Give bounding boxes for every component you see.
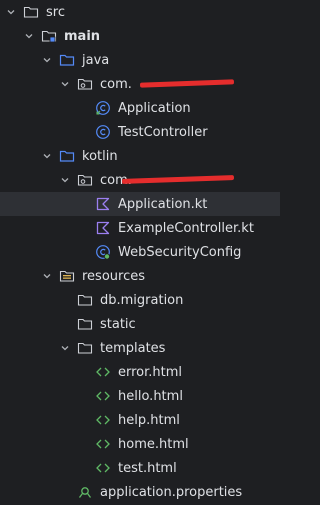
tree-item-label: TestController <box>118 124 208 140</box>
resources-folder-icon <box>59 268 75 284</box>
tree-item-label: Application <box>118 100 191 116</box>
properties-file-icon <box>77 484 93 500</box>
html-file-icon <box>95 436 111 452</box>
tree-item-label: WebSecurityConfig <box>118 244 242 260</box>
tree-item-label: kotlin <box>82 148 118 164</box>
chevron-down-icon[interactable] <box>23 30 35 42</box>
tree-item-templates[interactable]: templates <box>0 336 280 360</box>
tree-item-error-html[interactable]: error.html <box>0 360 280 384</box>
tree-item-label: test.html <box>118 460 177 476</box>
html-file-icon <box>95 388 111 404</box>
tree-item-label: error.html <box>118 364 183 380</box>
class-icon <box>95 124 111 140</box>
tree-item-application-properties[interactable]: application.properties <box>0 480 280 504</box>
tree-item-label: static <box>100 316 136 332</box>
config-class-icon <box>95 244 111 260</box>
module-folder-icon <box>41 28 57 44</box>
redaction-mark <box>121 175 235 184</box>
package-icon <box>77 76 93 92</box>
tree-item-resources[interactable]: resources <box>0 264 280 288</box>
tree-item-label: Application.kt <box>118 196 208 212</box>
tree-item-examplecontroller-kt[interactable]: ExampleController.kt <box>0 216 280 240</box>
tree-item-kotlin[interactable]: kotlin <box>0 144 280 168</box>
tree-item-java[interactable]: java <box>0 48 280 72</box>
tree-item-hello-html[interactable]: hello.html <box>0 384 280 408</box>
tree-item-label: com. <box>100 76 132 92</box>
tree-item-label: src <box>46 4 65 20</box>
tree-item-application[interactable]: Application <box>0 96 280 120</box>
tree-item-src[interactable]: src <box>0 0 280 24</box>
html-file-icon <box>95 460 111 476</box>
tree-item-label: resources <box>82 268 146 284</box>
folder-icon <box>77 340 93 356</box>
tree-item-websecurityconfig[interactable]: WebSecurityConfig <box>0 240 280 264</box>
kotlin-file-icon <box>95 196 111 212</box>
tree-item-help-html[interactable]: help.html <box>0 408 280 432</box>
tree-item-testcontroller[interactable]: TestController <box>0 120 280 144</box>
chevron-down-icon[interactable] <box>5 6 17 18</box>
tree-item-label: java <box>82 52 110 68</box>
kotlin-file-icon <box>95 220 111 236</box>
tree-item-label: application.properties <box>100 484 243 500</box>
tree-item-static[interactable]: static <box>0 312 280 336</box>
folder-icon <box>77 316 93 332</box>
tree-item-test-html[interactable]: test.html <box>0 456 280 480</box>
tree-item-main[interactable]: main <box>0 24 280 48</box>
html-file-icon <box>95 412 111 428</box>
chevron-down-icon[interactable] <box>59 78 71 90</box>
tree-item-label: db.migration <box>100 292 184 308</box>
tree-item-label: ExampleController.kt <box>118 220 254 236</box>
chevron-down-icon[interactable] <box>41 150 53 162</box>
tree-item-label: hello.html <box>118 388 183 404</box>
tree-item-label: templates <box>100 340 166 356</box>
class-icon <box>95 100 111 116</box>
chevron-down-icon[interactable] <box>41 270 53 282</box>
package-icon <box>77 172 93 188</box>
folder-icon <box>77 292 93 308</box>
tree-item-package[interactable]: com. <box>0 168 280 192</box>
folder-icon <box>23 4 39 20</box>
tree-item-application-kt[interactable]: Application.kt <box>0 192 280 216</box>
source-folder-icon <box>59 148 75 164</box>
tree-item-label: home.html <box>118 436 189 452</box>
chevron-down-icon[interactable] <box>41 54 53 66</box>
redaction-mark <box>139 79 235 88</box>
tree-item-home-html[interactable]: home.html <box>0 432 280 456</box>
tree-item-db-migration[interactable]: db.migration <box>0 288 280 312</box>
source-folder-icon <box>59 52 75 68</box>
html-file-icon <box>95 364 111 380</box>
chevron-down-icon[interactable] <box>59 174 71 186</box>
tree-item-label: help.html <box>118 412 180 428</box>
tree-item-label: main <box>64 28 101 44</box>
chevron-down-icon[interactable] <box>59 342 71 354</box>
project-tree: src main java com. Application TestContr… <box>0 0 280 504</box>
tree-item-package[interactable]: com. <box>0 72 280 96</box>
